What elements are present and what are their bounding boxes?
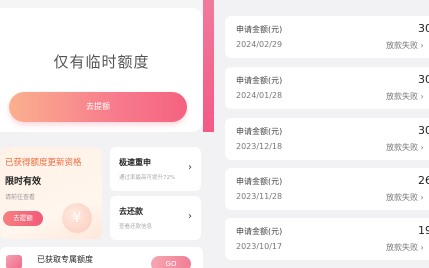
quota-title: 仅有临时额度	[53, 53, 150, 71]
record-date: 2023/10/17	[236, 242, 283, 251]
promo-title: 已获得额度更新资格	[5, 158, 82, 168]
record-amount-label: 申请金额(元)	[236, 177, 283, 186]
loan-record[interactable]: 申请金额(元) 2024/01/28 3000 放款失败 ›	[225, 67, 429, 109]
exclusive-quota-label: 已获取专属额度	[37, 255, 93, 264]
promo-subtitle: 限时有效	[5, 177, 42, 187]
chevron-right-icon: ›	[188, 211, 192, 222]
gift-icon	[6, 255, 22, 268]
promo-tip: 请前往查看	[5, 194, 36, 201]
pink-banner-edge	[203, 0, 214, 132]
loan-record[interactable]: 申请金额(元) 2023/12/18 3000 放款失败 ›	[225, 118, 429, 160]
promo-raise-button[interactable]: 去提额	[3, 211, 43, 226]
fast-reapply-title: 极速重申	[119, 158, 151, 167]
loan-record[interactable]: 申请金额(元) 2023/11/28 2600 放款失败 ›	[225, 168, 429, 210]
record-date: 2023/12/18	[236, 142, 283, 151]
record-status[interactable]: 放款失败 ›	[386, 142, 424, 153]
record-amount: 3000	[418, 73, 429, 86]
record-status[interactable]: 放款失败 ›	[386, 91, 424, 102]
record-date: 2024/02/29	[236, 40, 283, 49]
record-amount: 1900	[418, 224, 429, 237]
record-date: 2023/11/28	[236, 192, 283, 201]
loan-record[interactable]: 申请金额(元) 2024/02/29 3000 放款失败 ›	[225, 16, 429, 58]
promo-card[interactable]: 已获得额度更新资格 限时有效 请前往查看 去提额 ¥	[0, 147, 102, 239]
left-panel: 仅有临时额度 去提额 已获得额度更新资格 限时有效 请前往查看 去提额 ¥ 极速…	[0, 0, 214, 268]
exclusive-go-button[interactable]: GO	[151, 256, 191, 268]
fast-reapply-subtitle: 通过率最高可提升72%	[119, 175, 176, 181]
loan-records-panel: 申请金额(元) 2024/02/29 3000 放款失败 › 申请金额(元) 2…	[214, 0, 429, 268]
repay-subtitle: 查看还款信息	[119, 224, 153, 230]
record-amount-label: 申请金额(元)	[236, 25, 283, 34]
exclusive-quota-row[interactable]: 已获取专属额度 GO	[0, 247, 203, 268]
loan-record[interactable]: 申请金额(元) 2023/10/17 1900 放款失败 ›	[225, 218, 429, 260]
record-amount-label: 申请金额(元)	[236, 76, 283, 85]
record-amount-label: 申请金额(元)	[236, 127, 283, 136]
raise-quota-button[interactable]: 去提额	[9, 92, 187, 122]
quota-card: 仅有临时额度 去提额	[0, 8, 203, 132]
fast-reapply-card[interactable]: 极速重申 通过率最高可提升72% ›	[110, 147, 201, 191]
record-amount: 3000	[418, 22, 429, 35]
record-status[interactable]: 放款失败 ›	[386, 192, 424, 203]
chevron-right-icon: ›	[188, 162, 192, 173]
record-amount-label: 申请金额(元)	[236, 227, 283, 236]
repay-card[interactable]: 去还款 查看还款信息 ›	[110, 196, 201, 240]
record-status[interactable]: 放款失败 ›	[386, 40, 424, 51]
record-status[interactable]: 放款失败 ›	[386, 242, 424, 253]
record-date: 2024/01/28	[236, 91, 283, 100]
coin-icon: ¥	[62, 203, 92, 233]
record-amount: 2600	[418, 174, 429, 187]
record-amount: 3000	[418, 124, 429, 137]
repay-title: 去还款	[119, 207, 143, 216]
